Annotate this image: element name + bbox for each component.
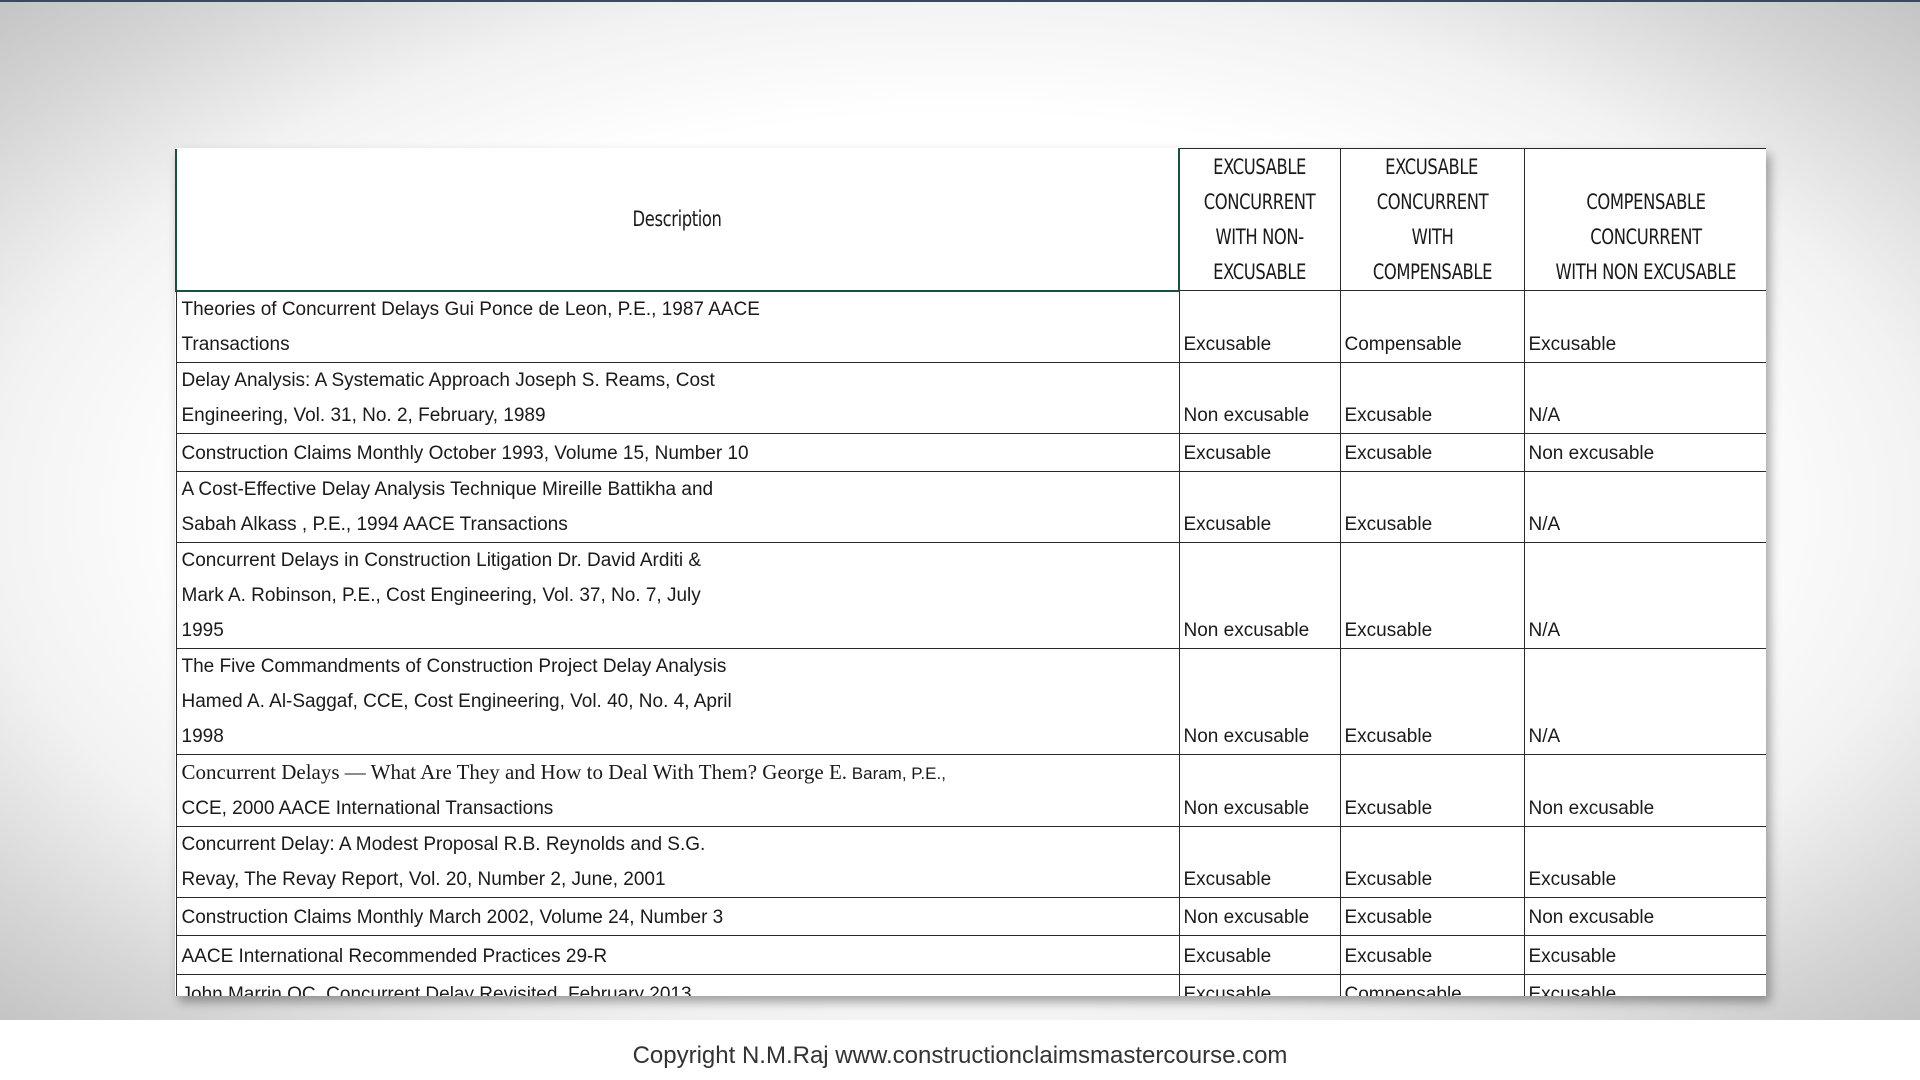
cell-excusable-vs-non-excusable: Non excusable xyxy=(1178,541,1341,649)
row-description: Construction Claims Monthly October 1993… xyxy=(175,432,1180,472)
row-description: Delay Analysis: A Systematic Approach Jo… xyxy=(175,361,1180,434)
table-row: A Cost-Effective Delay Analysis Techniqu… xyxy=(175,470,1766,543)
cell-compensable-vs-non-excusable: Excusable xyxy=(1523,825,1766,898)
concurrent-delay-table-card: Description EXCUSABLE CONCURRENT WITH NO… xyxy=(175,148,1766,996)
table-row: Concurrent Delays — What Are They and Ho… xyxy=(175,753,1766,827)
row-description: A Cost-Effective Delay Analysis Techniqu… xyxy=(175,470,1180,543)
footer-bar: Copyright N.M.Raj www.constructionclaims… xyxy=(0,1020,1920,1080)
cell-compensable-vs-non-excusable: Excusable xyxy=(1523,973,1766,996)
cell-excusable-vs-non-excusable: Non excusable xyxy=(1178,753,1341,827)
table-row: The Five Commandments of Construction Pr… xyxy=(175,647,1766,755)
cell-excusable-vs-non-excusable: Non excusable xyxy=(1178,361,1341,434)
cell-excusable-vs-compensable: Compensable xyxy=(1339,973,1525,996)
cell-compensable-vs-non-excusable: Excusable xyxy=(1523,290,1766,363)
table-row: Construction Claims Monthly October 1993… xyxy=(175,432,1766,472)
cell-compensable-vs-non-excusable: N/A xyxy=(1523,361,1766,434)
cell-excusable-vs-compensable: Excusable xyxy=(1339,934,1525,975)
table-row: Concurrent Delays in Construction Litiga… xyxy=(175,541,1766,649)
cell-excusable-vs-non-excusable: Excusable xyxy=(1178,934,1341,975)
cell-excusable-vs-compensable: Excusable xyxy=(1339,541,1525,649)
table-row: AACE International Recommended Practices… xyxy=(175,934,1766,975)
row-description: Concurrent Delay: A Modest Proposal R.B.… xyxy=(175,825,1180,898)
cell-compensable-vs-non-excusable: Non excusable xyxy=(1523,896,1766,936)
cell-excusable-vs-compensable: Excusable xyxy=(1339,647,1525,755)
cell-excusable-vs-non-excusable: Excusable xyxy=(1178,432,1341,472)
cell-compensable-vs-non-excusable: Non excusable xyxy=(1523,432,1766,472)
row-description: John Marrin QC, Concurrent Delay Revisit… xyxy=(175,973,1180,996)
cell-excusable-vs-non-excusable: Non excusable xyxy=(1178,896,1341,936)
cell-compensable-vs-non-excusable: N/A xyxy=(1523,541,1766,649)
cell-excusable-vs-non-excusable: Excusable xyxy=(1178,290,1341,363)
table-row: Construction Claims Monthly March 2002, … xyxy=(175,896,1766,936)
header-compensable-concurrent-with-non-excusable: COMPENSABLE CONCURRENT WITH NON EXCUSABL… xyxy=(1523,148,1766,291)
table-row: Concurrent Delay: A Modest Proposal R.B.… xyxy=(175,825,1766,898)
row-description: AACE International Recommended Practices… xyxy=(175,934,1180,975)
table-row: Delay Analysis: A Systematic Approach Jo… xyxy=(175,361,1766,434)
concurrent-delay-table: Description EXCUSABLE CONCURRENT WITH NO… xyxy=(175,148,1766,996)
slide-background: Description EXCUSABLE CONCURRENT WITH NO… xyxy=(0,0,1920,1020)
table-row: John Marrin QC, Concurrent Delay Revisit… xyxy=(175,973,1766,996)
cell-excusable-vs-non-excusable: Excusable xyxy=(1178,973,1341,996)
cell-excusable-vs-compensable: Compensable xyxy=(1339,290,1525,363)
row-description: Theories of Concurrent Delays Gui Ponce … xyxy=(175,290,1180,363)
table-header-row: Description EXCUSABLE CONCURRENT WITH NO… xyxy=(175,148,1766,292)
cell-excusable-vs-compensable: Excusable xyxy=(1339,753,1525,827)
cell-compensable-vs-non-excusable: N/A xyxy=(1523,647,1766,755)
cell-excusable-vs-non-excusable: Excusable xyxy=(1178,825,1341,898)
cell-compensable-vs-non-excusable: Non excusable xyxy=(1523,753,1766,827)
row-description: Construction Claims Monthly March 2002, … xyxy=(175,896,1180,936)
header-excusable-concurrent-with-compensable: EXCUSABLE CONCURRENT WITH COMPENSABLE xyxy=(1339,148,1525,291)
header-description: Description xyxy=(175,148,1180,292)
cell-excusable-vs-non-excusable: Excusable xyxy=(1178,470,1341,543)
cell-compensable-vs-non-excusable: N/A xyxy=(1523,470,1766,543)
copyright-text: Copyright N.M.Raj www.constructionclaims… xyxy=(632,1042,1288,1069)
table-row: Theories of Concurrent Delays Gui Ponce … xyxy=(175,290,1766,363)
row-description: Concurrent Delays in Construction Litiga… xyxy=(175,541,1180,649)
cell-excusable-vs-compensable: Excusable xyxy=(1339,470,1525,543)
cell-excusable-vs-compensable: Excusable xyxy=(1339,361,1525,434)
cell-excusable-vs-compensable: Excusable xyxy=(1339,432,1525,472)
cell-excusable-vs-non-excusable: Non excusable xyxy=(1178,647,1341,755)
row-description: Concurrent Delays — What Are They and Ho… xyxy=(175,753,1180,827)
cell-excusable-vs-compensable: Excusable xyxy=(1339,825,1525,898)
header-excusable-concurrent-with-non-excusable: EXCUSABLE CONCURRENT WITH NON- EXCUSABLE xyxy=(1178,148,1341,291)
cell-excusable-vs-compensable: Excusable xyxy=(1339,896,1525,936)
cell-compensable-vs-non-excusable: Excusable xyxy=(1523,934,1766,975)
row-description: The Five Commandments of Construction Pr… xyxy=(175,647,1180,755)
